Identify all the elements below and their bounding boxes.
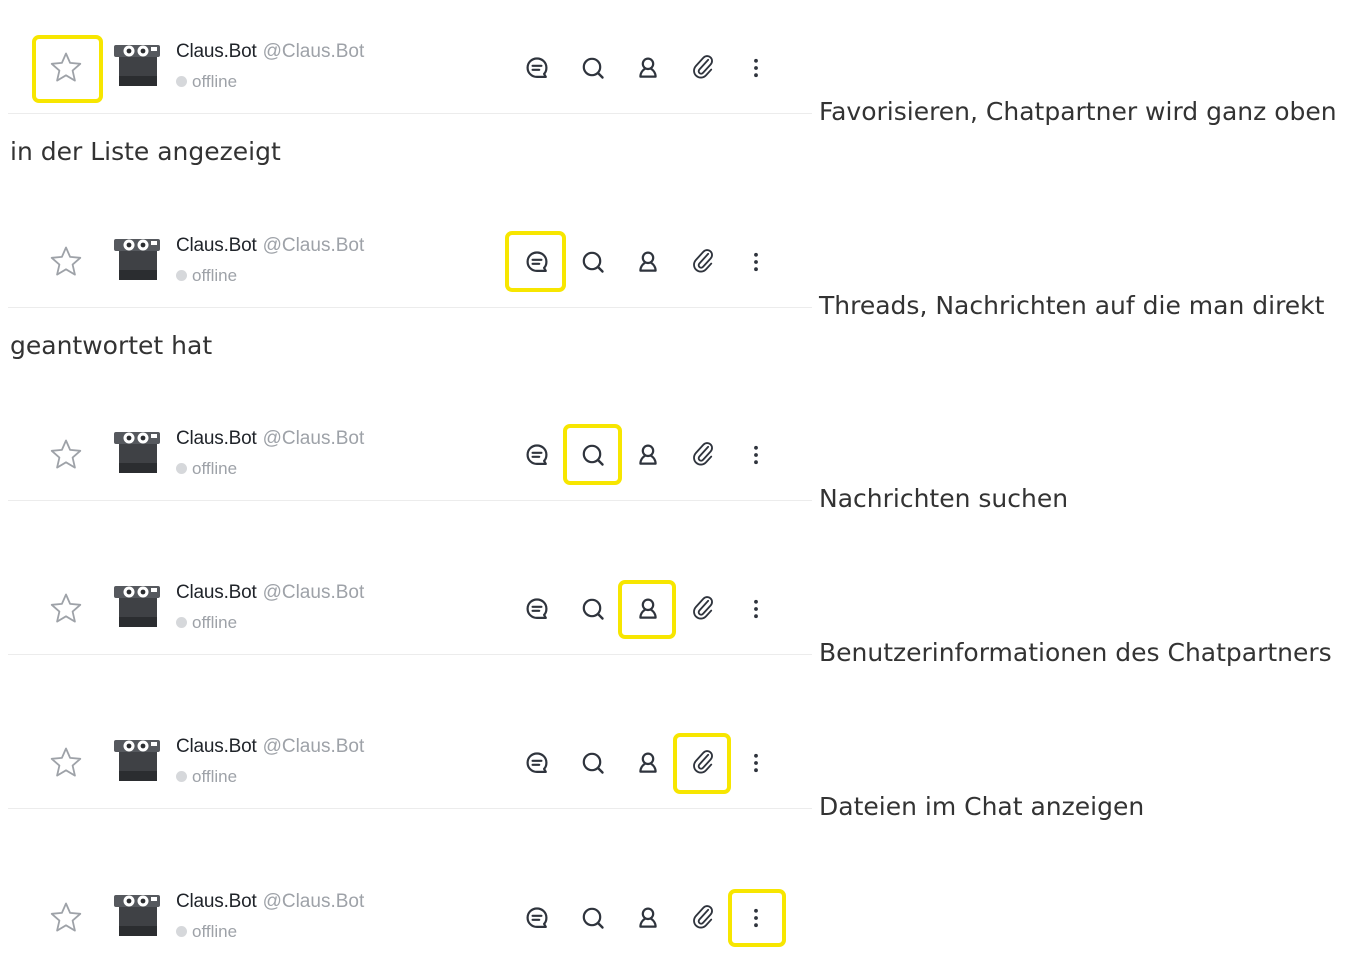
caption-files: Dateien im Chat anzeigen bbox=[819, 792, 1145, 821]
status-dot bbox=[176, 270, 187, 281]
kebab-menu-icon[interactable] bbox=[742, 749, 770, 777]
user-icon[interactable] bbox=[634, 749, 662, 777]
chat-partner-name[interactable]: Claus.Bot @Claus.Bot bbox=[176, 891, 364, 913]
highlight-box bbox=[563, 424, 622, 485]
highlight-box bbox=[618, 580, 676, 639]
chat-partner-name[interactable]: Claus.Bot @Claus.Bot bbox=[176, 235, 364, 257]
status-dot bbox=[176, 617, 187, 628]
divider bbox=[8, 808, 812, 809]
kebab-menu-icon[interactable] bbox=[742, 54, 770, 82]
status-dot bbox=[176, 771, 187, 782]
divider bbox=[8, 113, 812, 114]
user-status: offline bbox=[176, 72, 237, 92]
display-name: Claus.Bot bbox=[176, 582, 257, 603]
status-dot bbox=[176, 926, 187, 937]
kebab-menu-icon[interactable] bbox=[742, 248, 770, 276]
threads-icon[interactable] bbox=[523, 749, 551, 777]
threads-icon[interactable] bbox=[523, 904, 551, 932]
highlight-box bbox=[505, 231, 566, 292]
bot-avatar[interactable] bbox=[114, 735, 160, 783]
user-status: offline bbox=[176, 266, 237, 286]
status-text: offline bbox=[192, 613, 238, 632]
username: @Claus.Bot bbox=[262, 41, 365, 62]
user-icon[interactable] bbox=[634, 441, 662, 469]
star-icon[interactable] bbox=[48, 591, 84, 627]
status-text: offline bbox=[192, 767, 238, 786]
divider bbox=[8, 307, 812, 308]
chat-partner-name[interactable]: Claus.Bot @Claus.Bot bbox=[176, 41, 364, 63]
status-dot bbox=[176, 76, 187, 87]
status-text: offline bbox=[192, 72, 238, 91]
search-icon[interactable] bbox=[579, 248, 607, 276]
display-name: Claus.Bot bbox=[176, 428, 257, 449]
user-status: offline bbox=[176, 922, 237, 942]
caption-search: Nachrichten suchen bbox=[819, 484, 1069, 513]
kebab-menu-icon[interactable] bbox=[742, 441, 770, 469]
status-dot bbox=[176, 463, 187, 474]
chat-partner-name[interactable]: Claus.Bot @Claus.Bot bbox=[176, 582, 364, 604]
chat-header-screenshot-menu: Claus.Bot @Claus.Bot offline bbox=[0, 870, 812, 966]
divider bbox=[8, 654, 812, 655]
bot-avatar[interactable] bbox=[114, 427, 160, 475]
user-icon[interactable] bbox=[634, 904, 662, 932]
search-icon[interactable] bbox=[579, 595, 607, 623]
highlight-box bbox=[673, 733, 731, 794]
paperclip-icon[interactable] bbox=[689, 248, 717, 276]
chat-partner-name[interactable]: Claus.Bot @Claus.Bot bbox=[176, 736, 364, 758]
star-icon[interactable] bbox=[48, 437, 84, 473]
username: @Claus.Bot bbox=[262, 235, 365, 256]
search-icon[interactable] bbox=[579, 54, 607, 82]
bot-avatar[interactable] bbox=[114, 581, 160, 629]
paperclip-icon[interactable] bbox=[689, 904, 717, 932]
caption-user-info: Benutzerinformationen des Chatpartners bbox=[819, 638, 1332, 667]
bot-avatar[interactable] bbox=[114, 40, 160, 88]
paperclip-icon[interactable] bbox=[689, 441, 717, 469]
divider bbox=[8, 500, 812, 501]
status-text: offline bbox=[192, 459, 238, 478]
highlight-box bbox=[728, 889, 786, 947]
chat-header-screenshot-threads: Claus.Bot @Claus.Bot offline bbox=[0, 214, 812, 310]
username: @Claus.Bot bbox=[262, 582, 365, 603]
paperclip-icon[interactable] bbox=[689, 595, 717, 623]
caption-threads-line1: Threads, Nachrichten auf die man direkt bbox=[819, 291, 1325, 320]
display-name: Claus.Bot bbox=[176, 235, 257, 256]
chat-header-screenshot-favorite: Claus.Bot @Claus.Bot offline bbox=[0, 20, 812, 116]
chat-header-screenshot-user-info: Claus.Bot @Claus.Bot offline bbox=[0, 561, 812, 657]
threads-icon[interactable] bbox=[523, 441, 551, 469]
chat-header-screenshot-files: Claus.Bot @Claus.Bot offline bbox=[0, 715, 812, 811]
threads-icon[interactable] bbox=[523, 595, 551, 623]
caption-threads-line2: geantwortet hat bbox=[10, 331, 213, 360]
star-icon[interactable] bbox=[48, 900, 84, 936]
display-name: Claus.Bot bbox=[176, 736, 257, 757]
username: @Claus.Bot bbox=[262, 891, 365, 912]
caption-favorite-line1: Favorisieren, Chatpartner wird ganz oben bbox=[819, 97, 1337, 126]
search-icon[interactable] bbox=[579, 904, 607, 932]
threads-icon[interactable] bbox=[523, 54, 551, 82]
username: @Claus.Bot bbox=[262, 428, 365, 449]
search-icon[interactable] bbox=[579, 749, 607, 777]
highlight-box bbox=[32, 35, 103, 103]
status-text: offline bbox=[192, 266, 238, 285]
bot-avatar[interactable] bbox=[114, 890, 160, 938]
user-icon[interactable] bbox=[634, 248, 662, 276]
bot-avatar[interactable] bbox=[114, 234, 160, 282]
display-name: Claus.Bot bbox=[176, 891, 257, 912]
status-text: offline bbox=[192, 922, 238, 941]
star-icon[interactable] bbox=[48, 244, 84, 280]
user-status: offline bbox=[176, 767, 237, 787]
user-status: offline bbox=[176, 459, 237, 479]
kebab-menu-icon[interactable] bbox=[742, 595, 770, 623]
username: @Claus.Bot bbox=[262, 736, 365, 757]
chat-header-screenshot-search: Claus.Bot @Claus.Bot offline bbox=[0, 407, 812, 503]
chat-partner-name[interactable]: Claus.Bot @Claus.Bot bbox=[176, 428, 364, 450]
user-status: offline bbox=[176, 613, 237, 633]
user-icon[interactable] bbox=[634, 54, 662, 82]
paperclip-icon[interactable] bbox=[689, 54, 717, 82]
star-icon[interactable] bbox=[48, 745, 84, 781]
caption-favorite-line2: in der Liste angezeigt bbox=[10, 137, 281, 166]
display-name: Claus.Bot bbox=[176, 41, 257, 62]
